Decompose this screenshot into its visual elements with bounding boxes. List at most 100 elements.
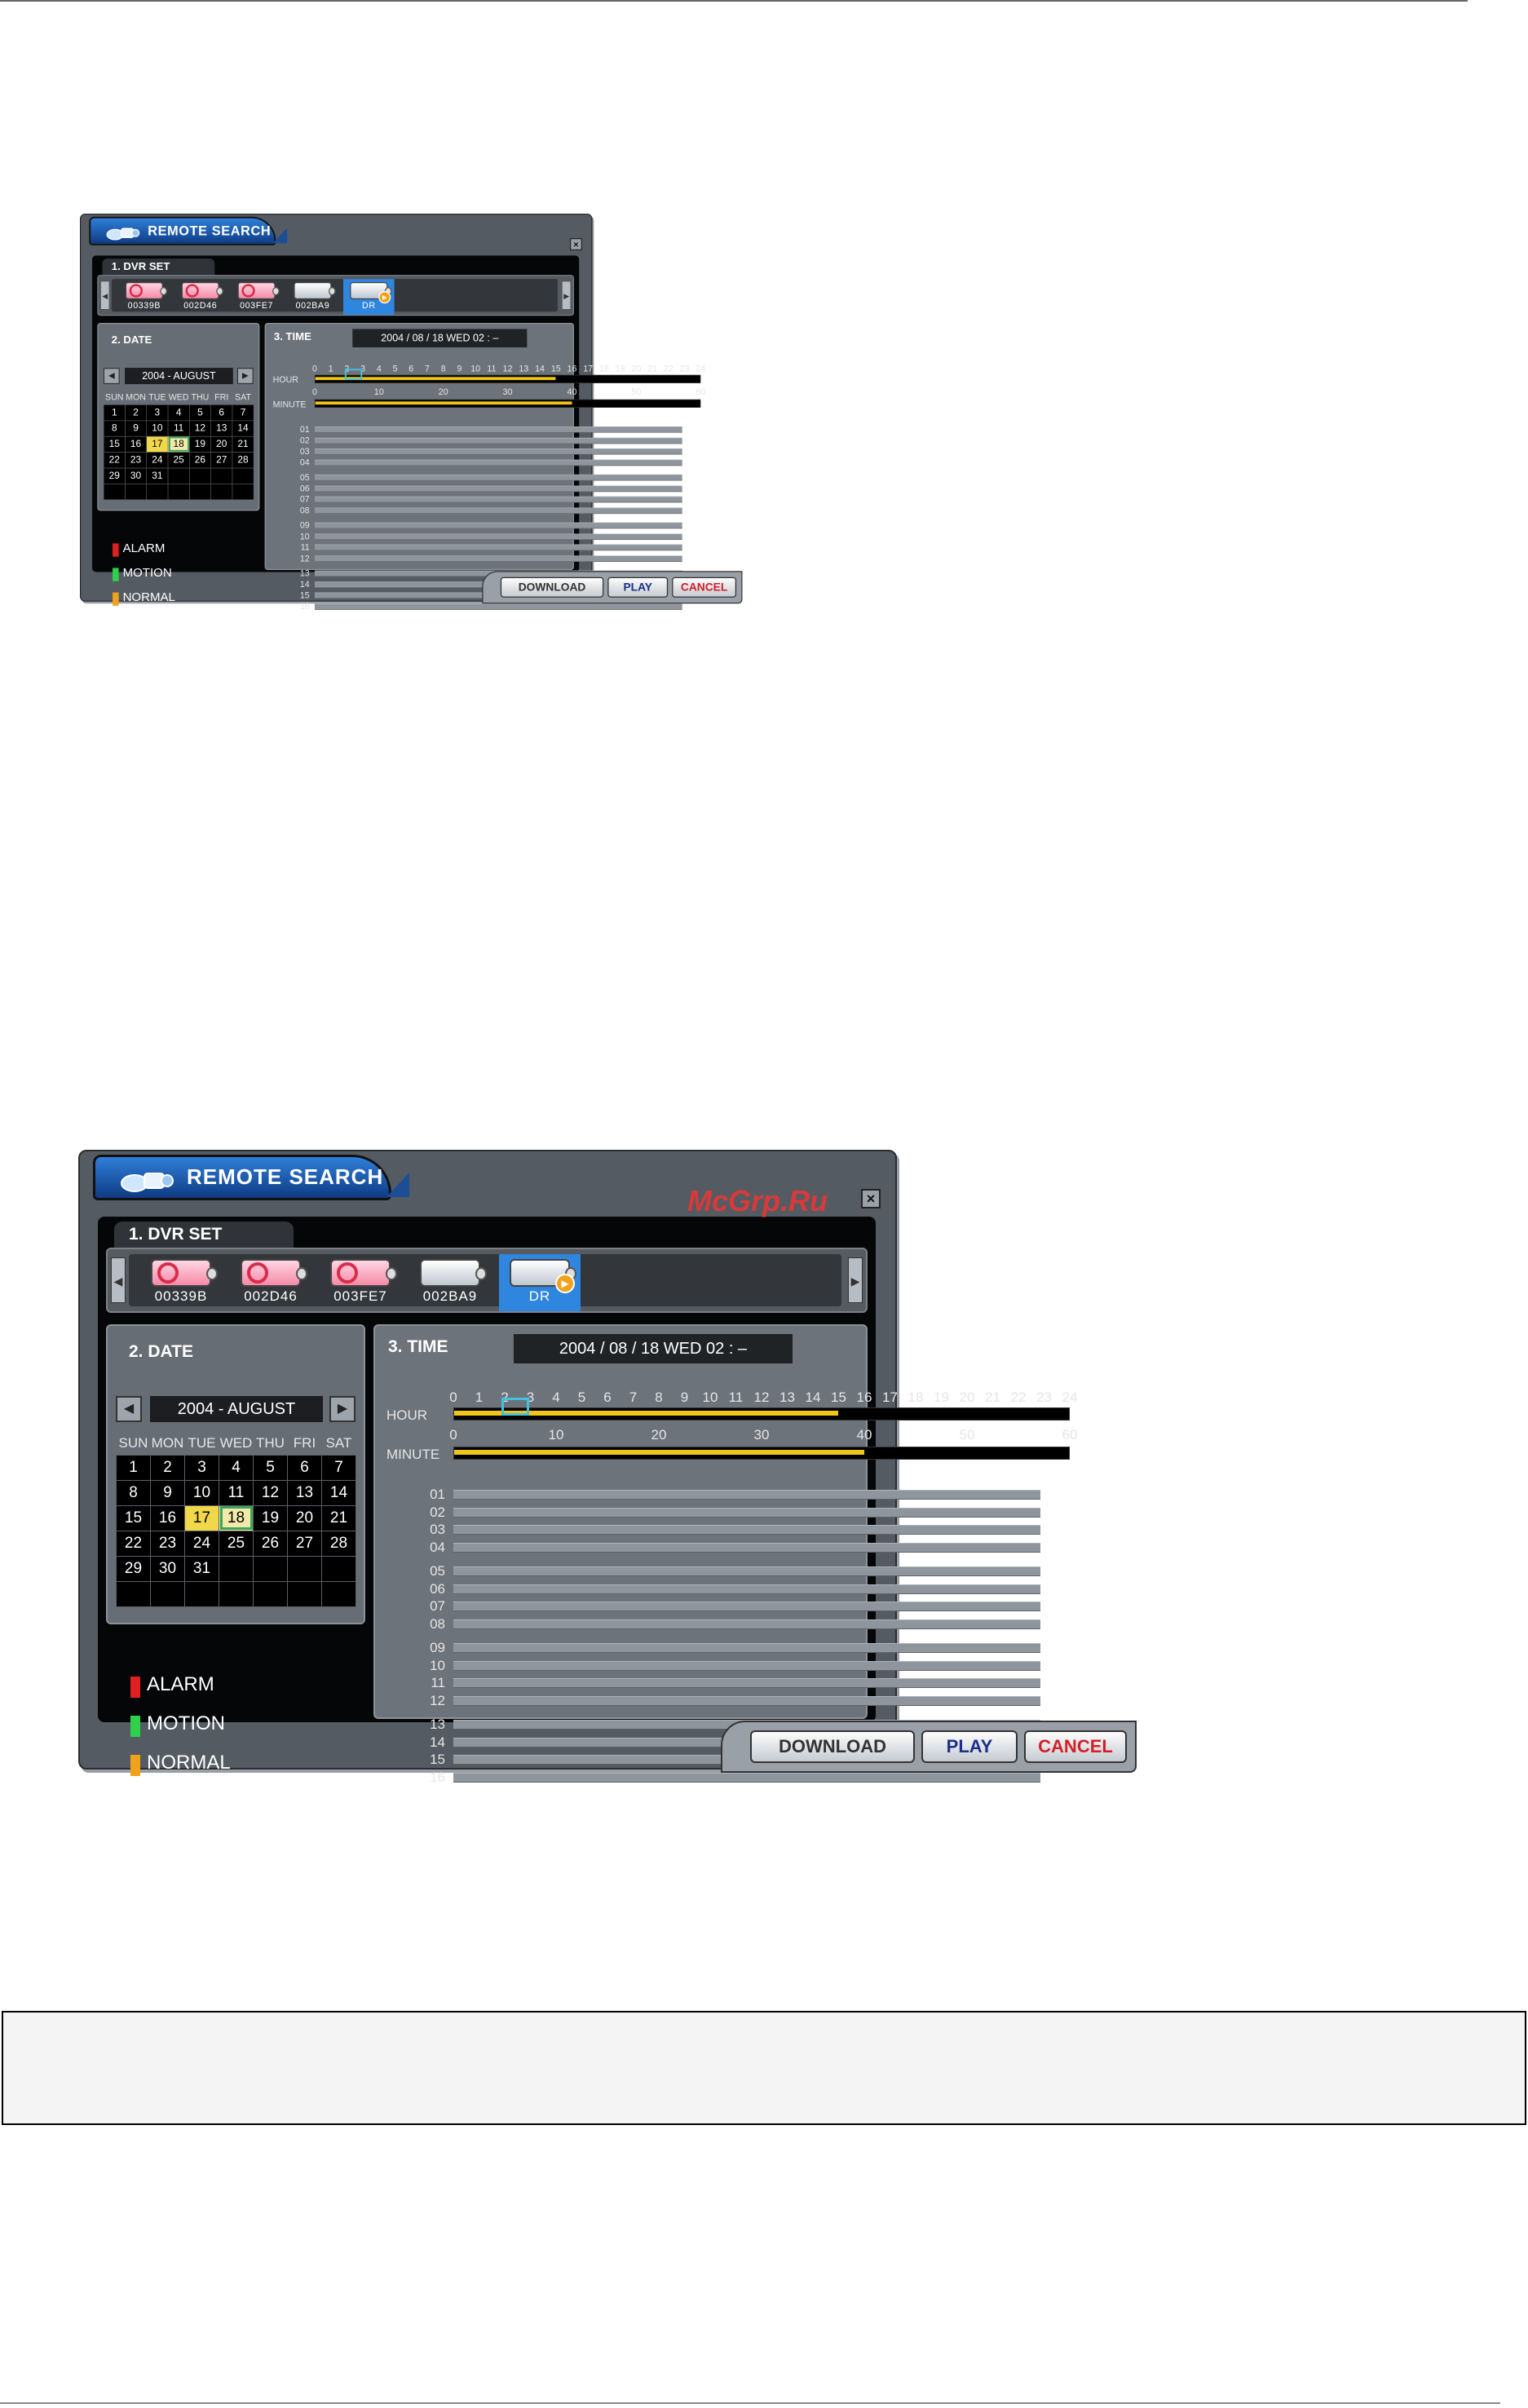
calendar-day[interactable]: 30 — [125, 467, 148, 484]
hour-timeline[interactable] — [453, 1407, 1070, 1420]
cancel-button[interactable]: CANCEL — [672, 577, 737, 598]
channel-timeline[interactable] — [453, 1542, 1040, 1553]
calendar-day[interactable]: 1 — [116, 1454, 151, 1481]
minute-timeline[interactable] — [314, 399, 701, 408]
calendar-day[interactable]: 6 — [287, 1454, 322, 1481]
calendar-day[interactable]: 4 — [167, 404, 190, 421]
calendar-day[interactable]: 22 — [116, 1530, 151, 1557]
channel-timeline[interactable] — [314, 544, 682, 551]
calendar-day[interactable]: 25 — [167, 452, 190, 469]
calendar-day[interactable]: 2 — [125, 404, 148, 421]
calendar-day[interactable]: 16 — [125, 435, 148, 453]
download-button[interactable]: DOWNLOAD — [500, 577, 604, 598]
channel-timeline[interactable] — [314, 555, 682, 562]
calendar-day[interactable]: 27 — [287, 1530, 322, 1557]
calendar-day[interactable]: 8 — [116, 1479, 151, 1506]
channel-timeline[interactable] — [453, 1678, 1040, 1688]
calendar-day[interactable]: 8 — [103, 420, 126, 437]
calendar-day[interactable]: 26 — [188, 452, 211, 469]
channel-timeline[interactable] — [453, 1772, 1040, 1783]
minute-timeline[interactable] — [453, 1447, 1070, 1460]
hour-cursor[interactable] — [501, 1398, 529, 1416]
dvr-item[interactable]: 002D46 — [174, 279, 226, 315]
calendar-day[interactable]: 21 — [321, 1504, 356, 1531]
calendar-day[interactable]: 3 — [184, 1454, 219, 1481]
calendar-day[interactable]: 4 — [219, 1454, 254, 1481]
dvr-item[interactable]: 003FE7 — [231, 279, 282, 315]
calendar-day[interactable]: 20 — [210, 435, 233, 453]
channel-timeline[interactable] — [314, 459, 682, 466]
close-button[interactable]: × — [861, 1189, 881, 1208]
dvr-item[interactable]: ▶ DR — [499, 1254, 581, 1311]
next-month-button[interactable]: ▶ — [329, 1396, 356, 1422]
channel-timeline[interactable] — [453, 1566, 1040, 1576]
dvr-item[interactable]: 002BA9 — [409, 1254, 491, 1311]
calendar-day[interactable]: 18 — [167, 435, 190, 453]
calendar-day[interactable]: 23 — [125, 452, 148, 469]
close-button[interactable]: × — [569, 238, 582, 251]
play-button[interactable]: PLAY — [921, 1730, 1018, 1763]
dvr-item[interactable]: ▶ DR — [343, 279, 395, 315]
scroll-left-button[interactable]: ◀ — [111, 1257, 126, 1303]
calendar-day[interactable]: 22 — [103, 452, 126, 469]
calendar-day[interactable]: 27 — [210, 452, 233, 469]
channel-timeline[interactable] — [453, 1660, 1040, 1671]
channel-timeline[interactable] — [314, 426, 682, 433]
calendar-day[interactable]: 21 — [232, 435, 254, 453]
play-button[interactable]: PLAY — [607, 577, 669, 598]
dvr-item[interactable]: 003FE7 — [320, 1254, 401, 1311]
channel-timeline[interactable] — [314, 522, 682, 529]
scroll-right-button[interactable]: ▶ — [561, 281, 572, 310]
calendar-day[interactable]: 13 — [210, 420, 233, 437]
calendar-day[interactable]: 5 — [253, 1454, 288, 1481]
calendar-day[interactable]: 31 — [184, 1555, 219, 1582]
calendar-day[interactable]: 28 — [232, 452, 254, 469]
calendar-day[interactable]: 9 — [125, 420, 148, 437]
calendar-day[interactable]: 14 — [232, 420, 254, 437]
calendar-day[interactable]: 29 — [103, 467, 126, 484]
calendar-day[interactable]: 12 — [253, 1479, 288, 1506]
channel-timeline[interactable] — [453, 1490, 1040, 1500]
calendar-day[interactable]: 13 — [287, 1479, 322, 1506]
calendar-day[interactable]: 15 — [116, 1504, 151, 1531]
calendar-day[interactable]: 7 — [232, 404, 254, 421]
calendar-day[interactable]: 31 — [146, 467, 169, 484]
channel-timeline[interactable] — [314, 507, 682, 514]
channel-timeline[interactable] — [314, 603, 682, 610]
calendar-day[interactable]: 17 — [146, 435, 169, 453]
calendar-day[interactable]: 12 — [188, 420, 211, 437]
calendar-day[interactable]: 5 — [188, 404, 211, 421]
channel-timeline[interactable] — [453, 1643, 1040, 1653]
cancel-button[interactable]: CANCEL — [1024, 1730, 1127, 1763]
calendar-day[interactable]: 23 — [150, 1530, 185, 1557]
calendar-day[interactable]: 6 — [210, 404, 233, 421]
calendar-day[interactable]: 7 — [321, 1454, 356, 1481]
calendar-day[interactable]: 2 — [150, 1454, 185, 1481]
prev-month-button[interactable]: ◀ — [103, 368, 120, 385]
dvr-item[interactable]: 00339B — [119, 279, 170, 315]
channel-timeline[interactable] — [453, 1602, 1040, 1611]
dvr-item[interactable]: 002D46 — [230, 1254, 311, 1311]
calendar-day[interactable]: 25 — [219, 1530, 254, 1557]
channel-timeline[interactable] — [314, 533, 682, 540]
channel-timeline[interactable] — [314, 448, 682, 455]
channel-timeline[interactable] — [453, 1619, 1040, 1629]
calendar-day[interactable]: 30 — [150, 1555, 185, 1582]
channel-timeline[interactable] — [314, 496, 682, 503]
calendar-day[interactable]: 10 — [146, 420, 169, 437]
calendar-day[interactable]: 19 — [188, 435, 211, 453]
hour-cursor[interactable] — [344, 369, 363, 381]
channel-timeline[interactable] — [453, 1695, 1040, 1706]
calendar-day[interactable]: 11 — [219, 1479, 254, 1506]
download-button[interactable]: DOWNLOAD — [750, 1730, 915, 1763]
prev-month-button[interactable]: ◀ — [116, 1396, 142, 1422]
calendar-day[interactable]: 11 — [167, 420, 190, 437]
calendar-day[interactable]: 17 — [184, 1504, 219, 1531]
dvr-item[interactable]: 002BA9 — [287, 279, 338, 315]
calendar-day[interactable]: 14 — [321, 1479, 356, 1506]
calendar-day[interactable]: 10 — [184, 1479, 219, 1506]
calendar-day[interactable]: 9 — [150, 1479, 185, 1506]
channel-timeline[interactable] — [314, 437, 682, 444]
channel-timeline[interactable] — [314, 485, 682, 492]
calendar-day[interactable]: 24 — [184, 1530, 219, 1557]
